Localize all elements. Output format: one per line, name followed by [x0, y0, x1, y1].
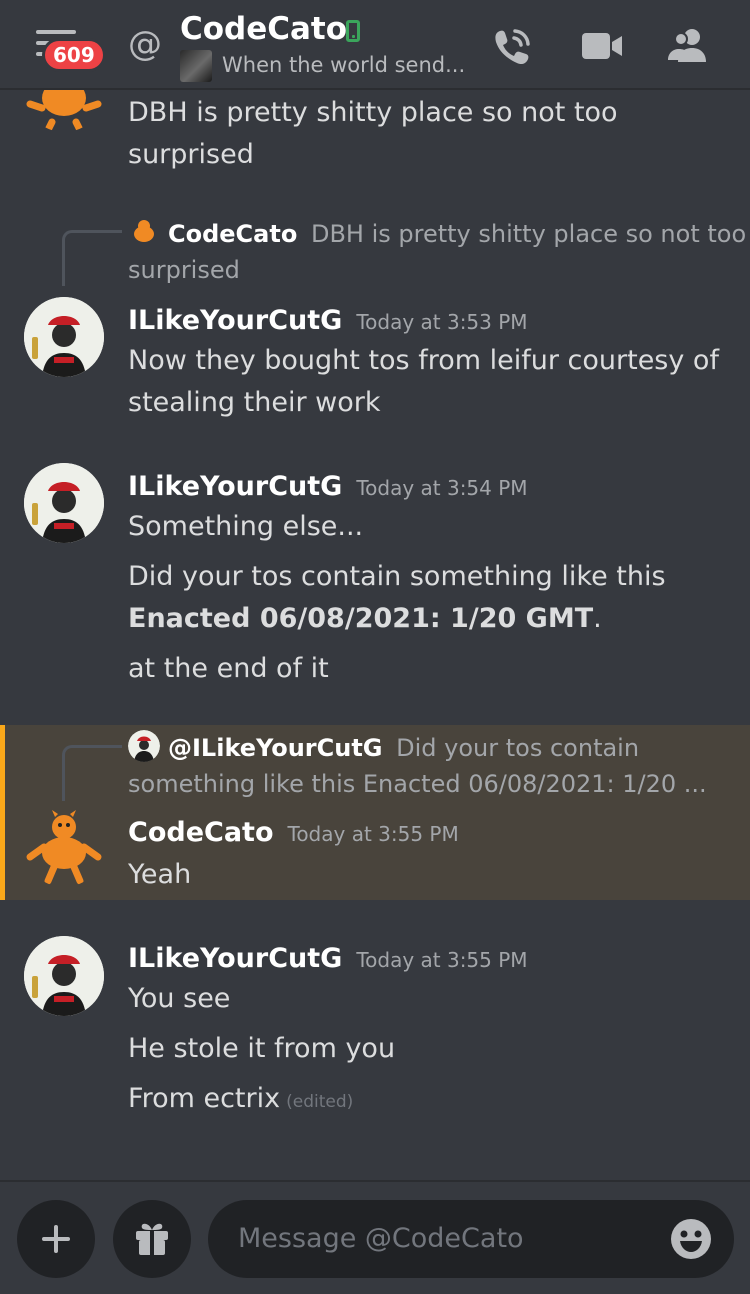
reply-author[interactable]: CodeCato	[168, 220, 297, 248]
message-line: From ectrix (edited)	[128, 1078, 353, 1123]
author-name[interactable]: ILikeYourCutG	[128, 471, 342, 502]
timestamp: Today at 3:55 PM	[356, 948, 528, 972]
message-line: Something else...	[128, 511, 364, 542]
emoji-icon[interactable]	[670, 1218, 712, 1260]
message-line: surprised	[128, 139, 254, 170]
message-line: Yeah	[128, 859, 192, 890]
reply-preview[interactable]: @ILikeYourCutG Did your tos contain	[128, 730, 639, 766]
message-line: You see	[128, 983, 231, 1014]
message-header: ILikeYourCutG Today at 3:55 PM	[128, 938, 528, 981]
author-name[interactable]: CodeCato	[128, 817, 274, 848]
channel-title[interactable]: CodeCato	[180, 8, 347, 50]
message-feed[interactable]: DBH is pretty shitty place so not too su…	[0, 90, 750, 1180]
author-name[interactable]: ILikeYourCutG	[128, 943, 342, 974]
timestamp: Today at 3:53 PM	[356, 310, 528, 334]
ilikeyourcutg-avatar[interactable]	[24, 463, 104, 543]
ilikeyourcutg-avatar[interactable]	[24, 297, 104, 377]
message-header: CodeCato Today at 3:55 PM	[128, 812, 459, 855]
reply-snippet: Did your tos contain	[396, 734, 640, 762]
mobile-status-icon	[346, 20, 360, 42]
timestamp: Today at 3:55 PM	[287, 822, 459, 846]
ilikeyourcutg-avatar[interactable]	[24, 936, 104, 1016]
reply-connector	[62, 745, 122, 801]
reply-preview[interactable]: CodeCato DBH is pretty shitty place so n…	[128, 216, 746, 252]
message-header: ILikeYourCutG Today at 3:54 PM	[128, 466, 528, 509]
add-attachment-button[interactable]	[17, 1200, 95, 1278]
edited-tag: (edited)	[286, 1092, 354, 1112]
gift-button[interactable]	[113, 1200, 191, 1278]
reply-snippet-cont: surprised	[128, 256, 240, 284]
bold-text: Enacted 06/08/2021: 1/20 GMT	[128, 603, 594, 634]
video-icon[interactable]	[580, 26, 624, 66]
codecato-avatar[interactable]	[24, 90, 104, 132]
message-input[interactable]: Message @CodeCato	[208, 1200, 734, 1278]
timestamp: Today at 3:54 PM	[356, 476, 528, 500]
members-icon[interactable]	[666, 26, 710, 66]
message-line: DBH is pretty shitty place so not too	[128, 97, 618, 128]
codecato-avatar[interactable]	[24, 807, 104, 887]
unread-badge: 609	[42, 38, 106, 72]
gift-icon	[136, 1223, 168, 1255]
reply-snippet: DBH is pretty shitty place so not too	[310, 220, 747, 248]
custom-status[interactable]: When the world send...	[222, 50, 465, 80]
reply-author[interactable]: @ILikeYourCutG	[168, 734, 383, 762]
message-text: From ectrix	[128, 1083, 281, 1114]
message-line: Did your tos contain something like this	[128, 561, 666, 592]
reply-snippet-cont: something like this Enacted 06/08/2021: …	[128, 770, 707, 798]
call-icon[interactable]	[490, 26, 534, 66]
message-composer: Message @CodeCato	[0, 1180, 750, 1294]
punctuation: .	[593, 603, 602, 634]
reply-connector	[62, 230, 122, 286]
message-line: Now they bought tos from leifur courtesy…	[128, 345, 719, 376]
message-line: stealing their work	[128, 387, 381, 418]
author-name[interactable]: ILikeYourCutG	[128, 305, 342, 336]
dm-at-icon: @	[128, 24, 162, 64]
message-header: ILikeYourCutG Today at 3:53 PM	[128, 300, 528, 343]
discord-dm-screen: 609 @ CodeCato When the world send... DB…	[0, 0, 750, 1294]
plus-icon	[42, 1225, 70, 1253]
message-line: He stole it from you	[128, 1033, 396, 1064]
codecato-mini-avatar	[134, 220, 154, 242]
channel-header: 609 @ CodeCato When the world send...	[0, 0, 750, 90]
message-line: at the end of it	[128, 653, 329, 684]
message-placeholder: Message @CodeCato	[238, 1223, 524, 1254]
ilikeyourcutg-mini-avatar	[128, 730, 160, 762]
status-avatar	[180, 50, 212, 82]
message-line: Enacted 06/08/2021: 1/20 GMT.	[128, 598, 602, 640]
